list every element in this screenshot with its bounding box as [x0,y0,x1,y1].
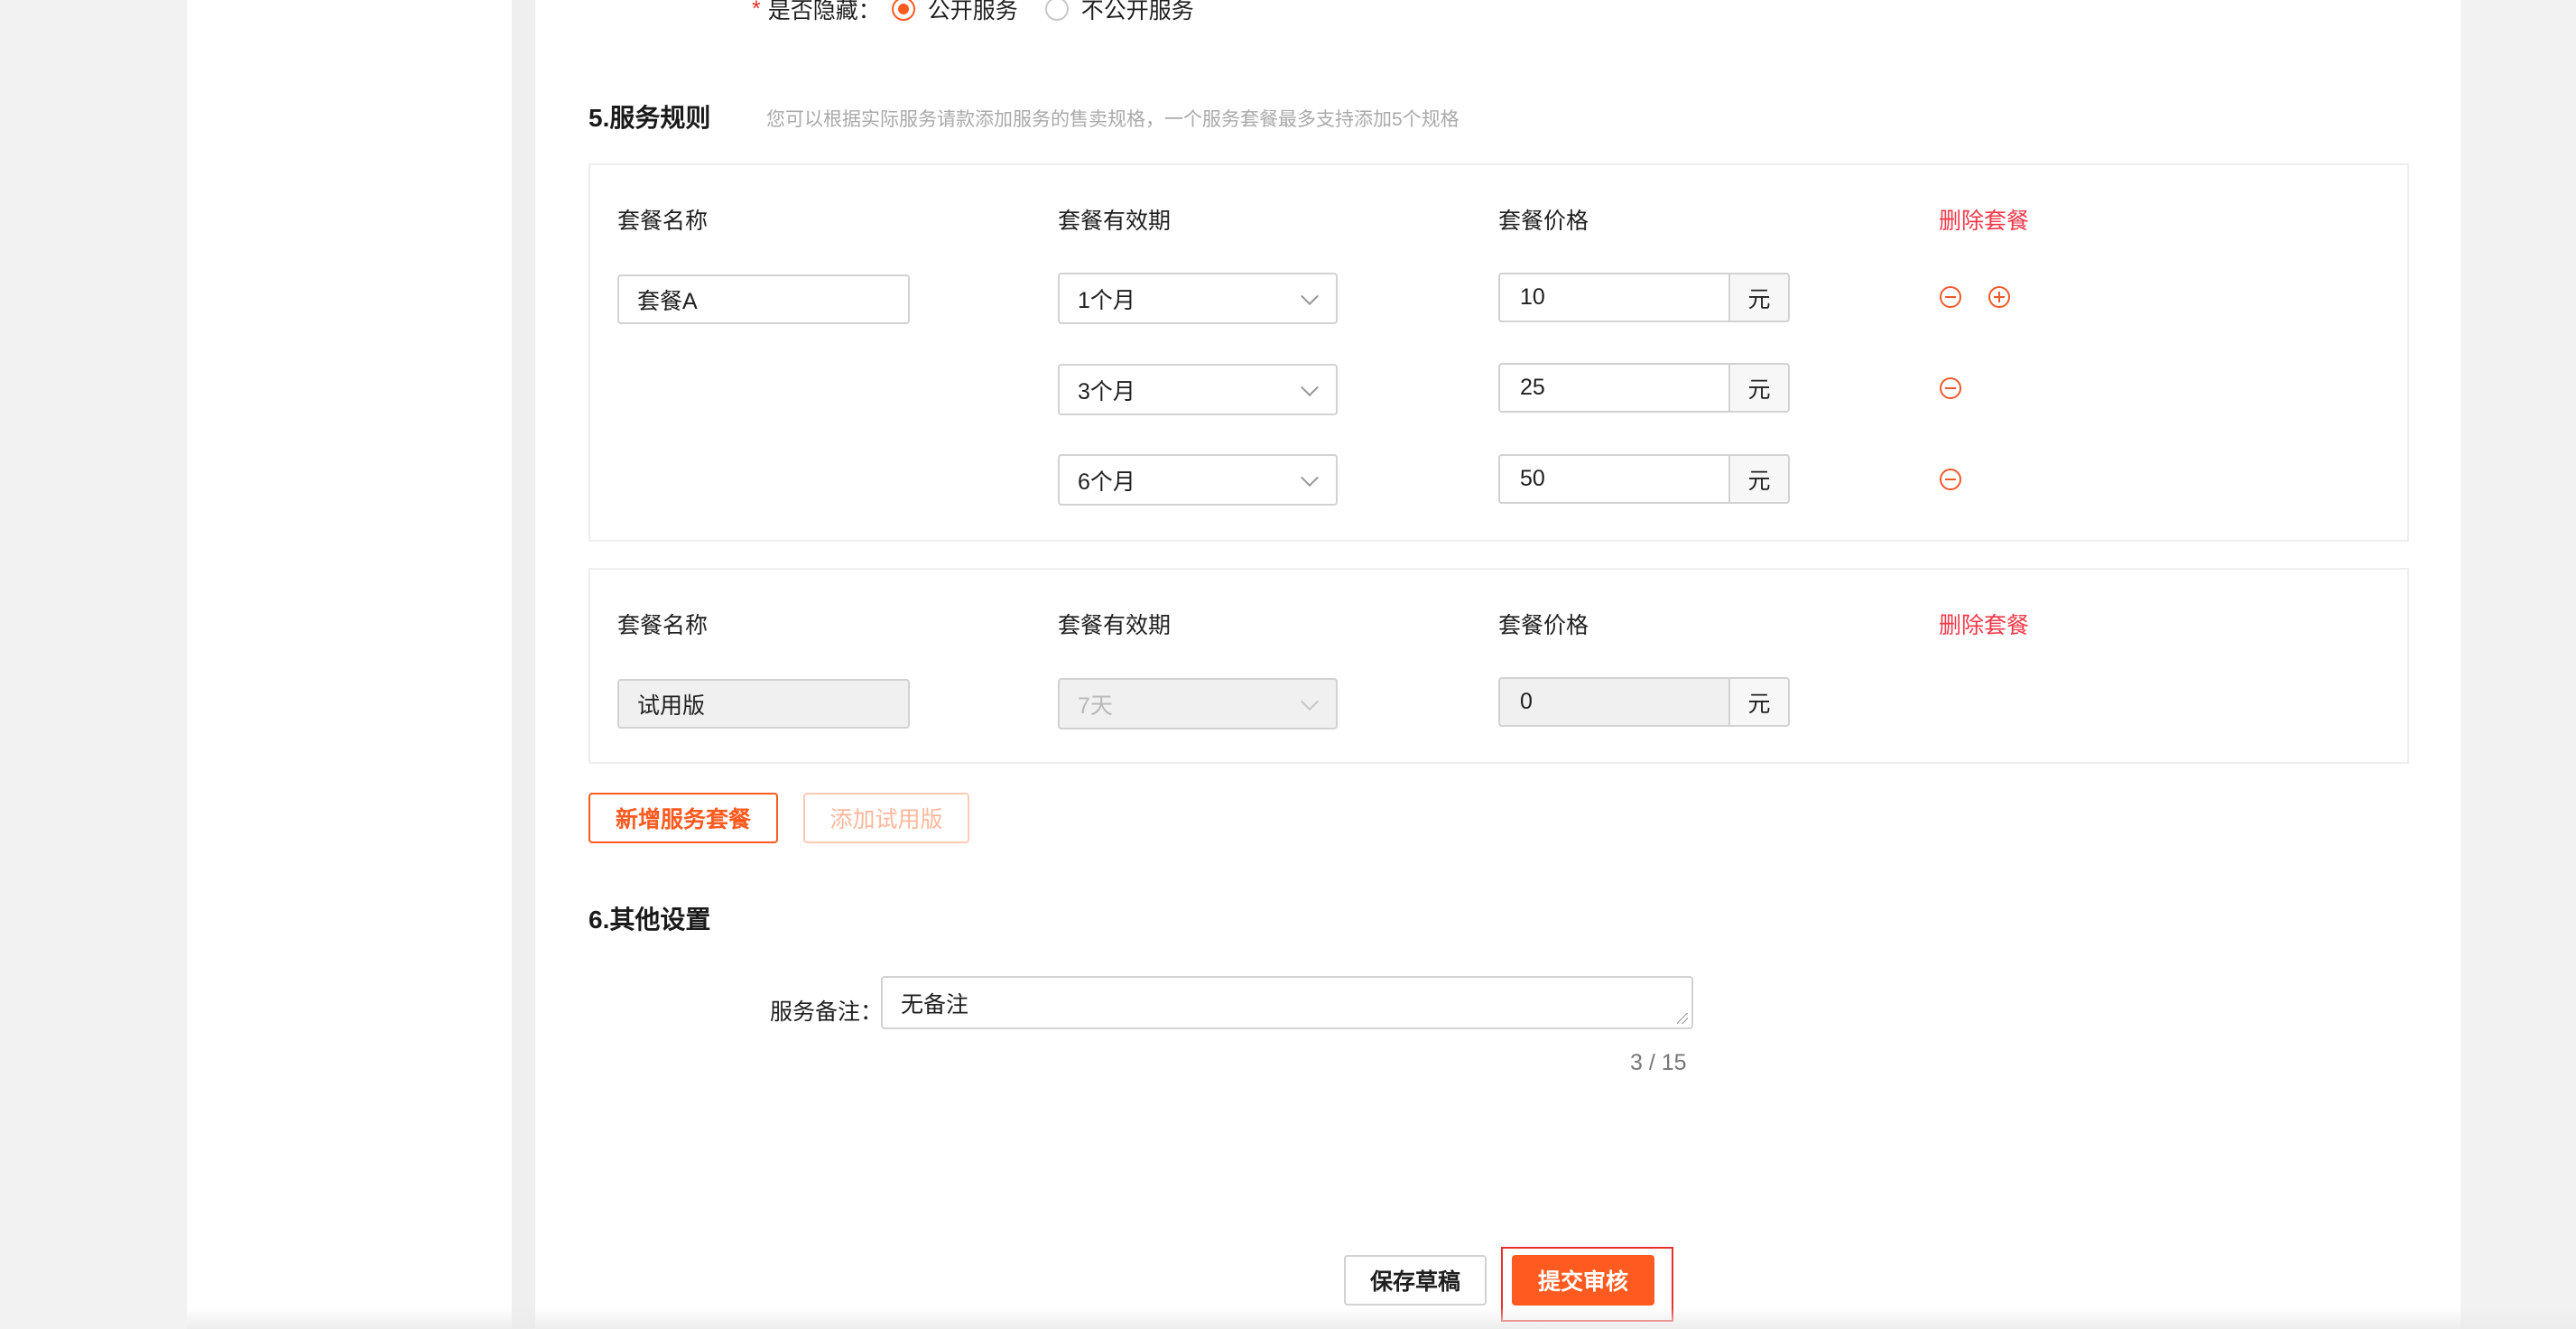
add-package-button[interactable]: 新增服务套餐 [588,793,778,843]
add-trial-button: 添加试用版 [803,793,969,843]
radio-private[interactable] [1044,0,1069,21]
remark-label: 服务备注： [770,999,884,1025]
price-unit: 元 [1728,363,1790,413]
price-unit: 元 [1728,273,1790,322]
add-row-icon[interactable] [1988,286,2010,308]
submit-review-button[interactable]: 提交审核 [1512,1255,1654,1306]
rules-section-title: 5.服务规则 [588,104,711,132]
price-field: 25 元 [1498,363,1790,413]
right-margin [2460,0,2576,1329]
radio-private-label[interactable]: 不公开服务 [1081,0,1194,25]
chevron-down-icon [1301,377,1319,396]
package-period-header: 套餐有效期 [1058,613,1172,638]
other-section-title: 6.其他设置 [588,906,711,934]
trial-period-value: 7天 [1078,692,1113,719]
required-mark: * [752,0,761,22]
price-input[interactable]: 50 [1498,454,1728,504]
remove-row-icon[interactable] [1940,286,1961,308]
remark-counter: 3 / 15 [1630,1050,1687,1075]
period-select-value: 1个月 [1078,287,1135,313]
package-period-header: 套餐有效期 [1058,209,1172,234]
save-draft-button[interactable]: 保存草稿 [1344,1255,1487,1306]
package-name-header: 套餐名称 [617,209,709,234]
chevron-down-icon [1301,468,1319,487]
resize-handle-icon[interactable] [1677,1013,1688,1024]
package-name-header: 套餐名称 [617,613,709,638]
sidebar-divider [512,0,535,1329]
delete-trial-package-link[interactable]: 删除套餐 [1939,608,2029,640]
package-name-input[interactable]: 套餐A [617,274,910,324]
remark-value: 无备注 [901,992,969,1018]
price-field: 10 元 [1498,273,1790,322]
period-select[interactable]: 1个月 [1058,273,1338,324]
trial-period-select: 7天 [1058,678,1338,730]
chevron-down-icon [1301,692,1319,711]
period-select[interactable]: 3个月 [1058,364,1338,415]
price-unit: 元 [1728,454,1790,504]
package-price-header: 套餐价格 [1498,613,1589,638]
chevron-down-icon [1301,286,1319,305]
radio-public[interactable] [891,0,915,21]
remove-row-icon[interactable] [1940,377,1961,399]
price-input[interactable]: 10 [1498,273,1728,322]
visibility-label: 是否隐藏： [767,0,881,23]
footer-shadow [187,1307,2576,1329]
left-sidebar [187,0,512,1329]
price-unit: 元 [1728,677,1790,727]
price-field: 50 元 [1498,454,1790,504]
radio-public-label[interactable]: 公开服务 [928,0,1018,25]
trial-name-input: 试用版 [617,679,910,729]
trial-price-field: 0 元 [1498,677,1790,727]
rules-section-hint: 您可以根据实际服务请款添加服务的售卖规格，一个服务套餐最多支持添加5个规格 [766,109,1459,130]
price-input[interactable]: 25 [1498,363,1728,413]
delete-package-link[interactable]: 删除套餐 [1939,203,2029,236]
period-select-value: 6个月 [1078,469,1135,495]
package-price-header: 套餐价格 [1498,209,1589,234]
period-select[interactable]: 6个月 [1058,454,1338,506]
trial-package-card [588,568,2409,764]
trial-price-input: 0 [1498,677,1728,727]
remark-textarea[interactable]: 无备注 [881,976,1693,1029]
remove-row-icon[interactable] [1940,469,1961,490]
period-select-value: 3个月 [1078,378,1135,404]
visibility-row: * 是否隐藏： 公开服务 不公开服务 [752,0,1210,23]
